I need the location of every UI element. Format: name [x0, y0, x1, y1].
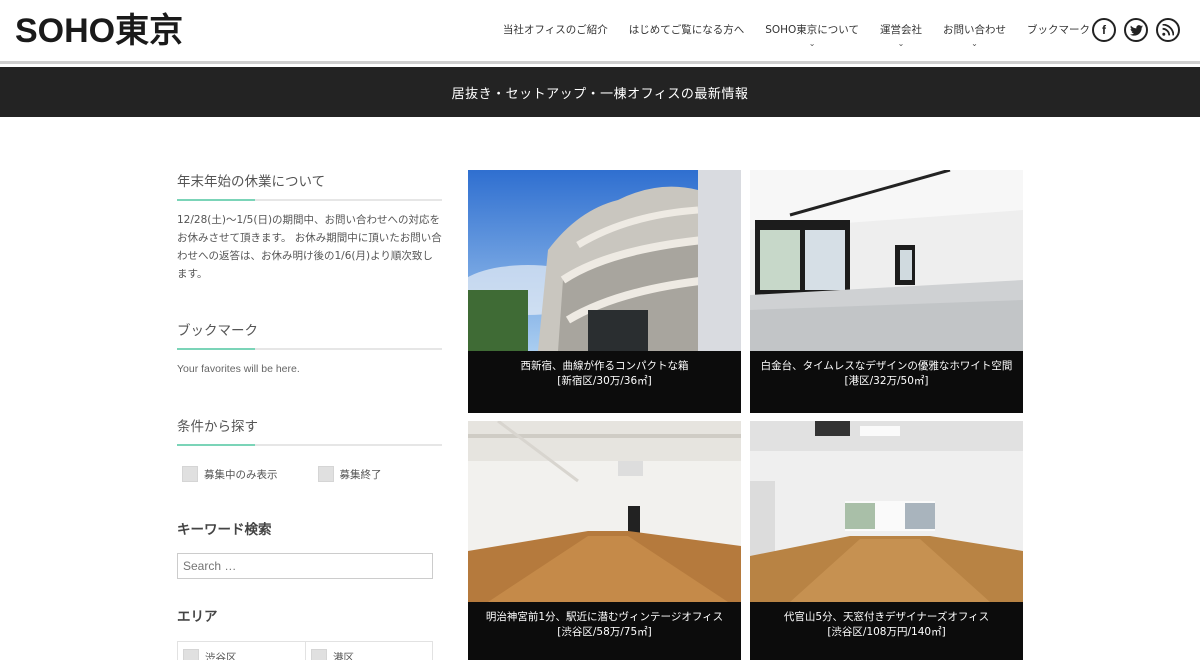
nav-item-contact[interactable]: お問い合わせ ⌄ — [943, 20, 1006, 48]
checkbox-box[interactable] — [317, 466, 334, 482]
checkbox-label: 港区 — [333, 651, 354, 660]
notice-body: 12/28(土)〜1/5(日)の期間中、お問い合わせへの対応をお休みさせて頂きま… — [177, 214, 442, 280]
listing-title: 明治神宮前1分、駅近に潜むヴィンテージオフィス — [485, 611, 724, 623]
listing-detail: [港区/32万/50㎡] — [844, 375, 929, 387]
listing-caption: 白金台、タイムレスなデザインの優雅なホワイト空間 [港区/32万/50㎡] — [750, 351, 1023, 413]
checkbox-label: 募集終了 — [339, 468, 382, 481]
listing-title: 白金台、タイムレスなデザインの優雅なホワイト空間 — [760, 360, 1013, 372]
checkbox-box[interactable] — [183, 649, 199, 660]
listing-card[interactable]: 西新宿、曲線が作るコンパクトな箱 [新宿区/30万/36㎡] — [468, 170, 741, 413]
bookmark-empty-text: Your favorites will be here. — [177, 363, 300, 375]
chevron-down-icon: ⌄ — [897, 39, 905, 48]
social-links: f — [1084, 18, 1180, 42]
listing-detail: [渋谷区/58万/75㎡] — [557, 626, 652, 638]
nav-label: 当社オフィスのご紹介 — [502, 24, 608, 36]
listing-caption: 代官山5分、天窓付きデザイナーズオフィス [渋谷区/108万円/140㎡] — [750, 602, 1023, 660]
nav-label: 運営会社 — [880, 24, 922, 36]
checkbox-box[interactable] — [311, 649, 327, 660]
sidebar: 年末年始の休業について 12/28(土)〜1/5(日)の期間中、お問い合わせへの… — [177, 170, 442, 660]
chevron-down-icon: ⌄ — [808, 39, 816, 48]
bookmark-title: ブックマーク — [177, 319, 442, 350]
listing-photo — [750, 170, 1023, 351]
checkbox-box[interactable] — [182, 466, 198, 482]
listing-card[interactable]: 明治神宮前1分、駅近に潜むヴィンテージオフィス [渋谷区/58万/75㎡] — [468, 421, 741, 660]
nav-item-bookmark[interactable]: ブックマーク — [1027, 20, 1090, 40]
notice-title: 年末年始の休業について — [177, 170, 442, 201]
conditions-title: 条件から探す — [177, 415, 442, 446]
checkbox-label: 募集中のみ表示 — [204, 468, 278, 481]
listing-photo — [468, 421, 741, 602]
listing-card[interactable]: 代官山5分、天窓付きデザイナーズオフィス [渋谷区/108万円/140㎡] — [750, 421, 1023, 660]
filter-open-only-checkbox[interactable]: 募集中のみ表示 — [182, 466, 278, 482]
area-minato-checkbox[interactable]: 港区 — [305, 642, 432, 660]
bookmark-widget: ブックマーク Your favorites will be here. — [177, 319, 442, 375]
listing-title: 代官山5分、天窓付きデザイナーズオフィス — [783, 611, 990, 623]
site-logo[interactable]: SOHO東京 — [15, 12, 183, 50]
listing-photo — [468, 170, 741, 351]
twitter-icon[interactable] — [1124, 18, 1148, 42]
listing-caption: 明治神宮前1分、駅近に潜むヴィンテージオフィス [渋谷区/58万/75㎡] — [468, 602, 741, 660]
nav-item-offices[interactable]: 当社オフィスのご紹介 — [503, 20, 608, 40]
site-header: SOHO東京 当社オフィスのご紹介 はじめてご覧になる方へ SOHO東京について… — [0, 0, 1200, 64]
listing-detail: [新宿区/30万/36㎡] — [557, 375, 652, 387]
facebook-icon[interactable]: f — [1092, 18, 1116, 42]
keyword-search-title: キーワード検索 — [177, 522, 272, 538]
notice-widget: 年末年始の休業について 12/28(土)〜1/5(日)の期間中、お問い合わせへの… — [177, 170, 442, 283]
banner-text: 居抜き・セットアップ・一棟オフィスの最新情報 — [451, 86, 749, 102]
conditions-options: 募集中のみ表示 募集終了 — [177, 466, 442, 482]
area-shibuya-checkbox[interactable]: 渋谷区 — [178, 642, 305, 660]
nav-label: はじめてご覧になる方へ — [628, 24, 745, 36]
area-options: 渋谷区 港区 — [177, 641, 433, 660]
page-banner: 居抜き・セットアップ・一棟オフィスの最新情報 — [0, 67, 1200, 117]
nav-label: SOHO東京について — [765, 24, 859, 36]
nav-item-first-time[interactable]: はじめてご覧になる方へ — [629, 20, 745, 40]
listing-title: 西新宿、曲線が作るコンパクトな箱 — [520, 360, 689, 372]
nav-label: ブックマーク — [1027, 24, 1090, 36]
listing-photo — [750, 421, 1023, 602]
nav-item-company[interactable]: 運営会社 ⌄ — [880, 20, 922, 48]
conditions-widget: 条件から探す 募集中のみ表示 募集終了 — [177, 415, 442, 482]
chevron-down-icon: ⌄ — [971, 39, 978, 48]
checkbox-label: 渋谷区 — [205, 651, 237, 660]
nav-label: お問い合わせ — [943, 24, 1006, 36]
listing-card[interactable]: 白金台、タイムレスなデザインの優雅なホワイト空間 [港区/32万/50㎡] — [750, 170, 1023, 413]
search-input[interactable] — [177, 553, 433, 579]
filter-closed-checkbox[interactable]: 募集終了 — [317, 466, 382, 482]
area-title: エリア — [177, 609, 218, 625]
main-nav: 当社オフィスのご紹介 はじめてご覧になる方へ SOHO東京について ⌄ 運営会社 ⌄… — [482, 20, 1090, 48]
listing-detail: [渋谷区/108万円/140㎡] — [827, 626, 946, 638]
listing-caption: 西新宿、曲線が作るコンパクトな箱 [新宿区/30万/36㎡] — [468, 351, 741, 413]
rss-icon[interactable] — [1156, 18, 1180, 42]
nav-item-about[interactable]: SOHO東京について ⌄ — [765, 20, 859, 48]
